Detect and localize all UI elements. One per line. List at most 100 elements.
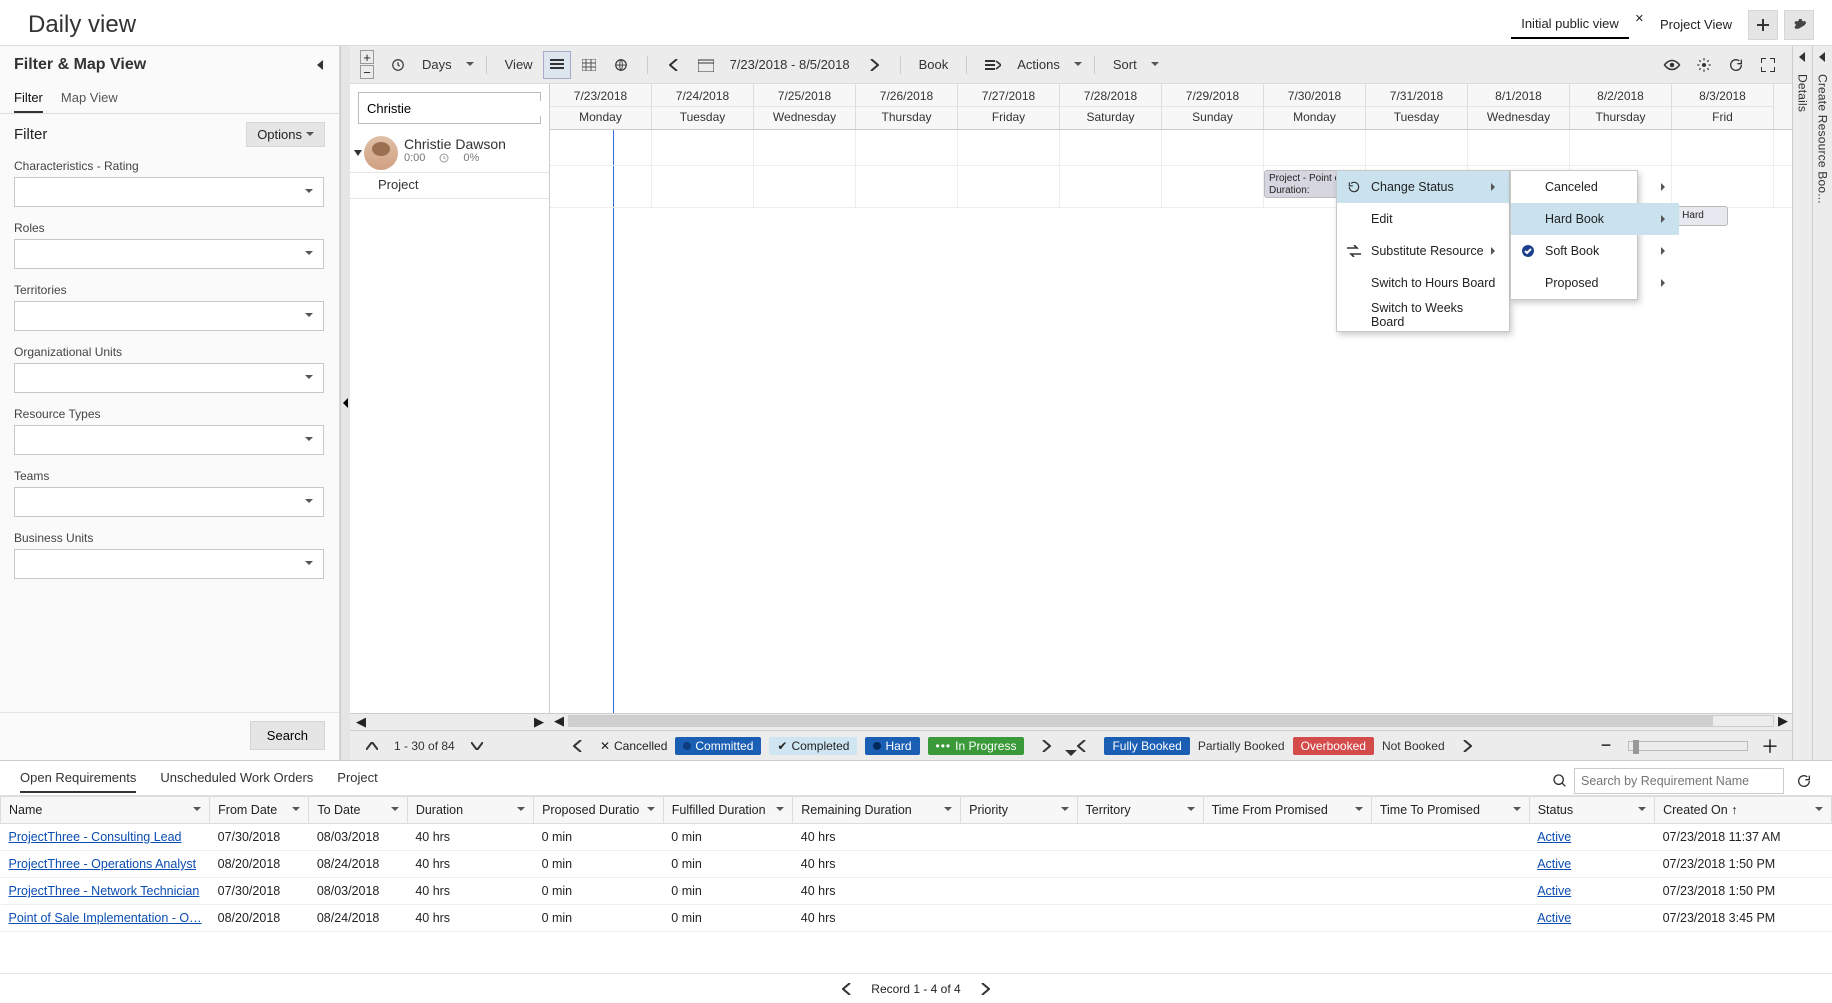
chevron-down-icon[interactable] <box>940 803 952 817</box>
tab-project[interactable]: Project <box>337 770 377 793</box>
prev-range-button[interactable] <box>660 51 688 79</box>
context-item[interactable]: Soft Book <box>1511 235 1679 267</box>
scroll-up-icon[interactable] <box>358 732 386 760</box>
calendar-day-header[interactable]: 7/31/2018 Tuesday <box>1366 84 1468 129</box>
refresh-icon[interactable] <box>1790 767 1818 795</box>
context-item[interactable]: Substitute Resource <box>1337 235 1509 267</box>
fullscreen-icon[interactable] <box>1754 51 1782 79</box>
actions-label[interactable]: Actions <box>1011 57 1066 72</box>
calendar-cell[interactable] <box>550 166 652 207</box>
calendar-cell[interactable] <box>1672 130 1774 165</box>
calendar-cell[interactable] <box>754 166 856 207</box>
filter-dropdown[interactable] <box>14 549 324 579</box>
filter-dropdown[interactable] <box>14 363 324 393</box>
calendar-hscroll[interactable]: ◀ ▶ <box>550 713 1792 727</box>
add-view-button[interactable] <box>1748 10 1778 40</box>
column-header[interactable]: Status <box>1529 797 1654 824</box>
tab-open-requirements[interactable]: Open Requirements <box>20 770 136 793</box>
gear-icon[interactable] <box>1690 51 1718 79</box>
chevron-down-icon[interactable] <box>643 803 655 817</box>
zoom-slider[interactable] <box>1628 741 1748 751</box>
hscroll-left-icon[interactable]: ◀ <box>356 714 366 730</box>
page-next-icon[interactable] <box>971 975 999 1003</box>
actions-icon[interactable] <box>979 51 1007 79</box>
book-button[interactable]: Book <box>913 57 955 72</box>
settings-button[interactable] <box>1784 10 1814 40</box>
chevron-down-icon[interactable] <box>1147 57 1159 72</box>
status-link[interactable]: Active <box>1537 857 1571 871</box>
calendar-cell[interactable] <box>1366 130 1468 165</box>
legend-next-icon[interactable] <box>1032 732 1060 760</box>
column-header[interactable]: Proposed Duratio <box>534 797 664 824</box>
calendar-row[interactable] <box>550 130 1792 166</box>
filter-search-button[interactable]: Search <box>250 721 325 750</box>
view-grid-icon[interactable] <box>575 51 603 79</box>
calendar-cell[interactable] <box>1162 130 1264 165</box>
search-icon[interactable] <box>1552 773 1568 789</box>
refresh-icon[interactable] <box>1722 51 1750 79</box>
column-header[interactable]: Priority <box>961 797 1077 824</box>
hscroll-right-icon[interactable]: ▶ <box>534 714 544 730</box>
sort-label[interactable]: Sort <box>1107 57 1143 72</box>
calendar-icon[interactable] <box>692 51 720 79</box>
eye-icon[interactable] <box>1658 51 1686 79</box>
calendar-day-header[interactable]: 7/24/2018 Tuesday <box>652 84 754 129</box>
chevron-down-icon[interactable] <box>513 803 525 817</box>
legend-prev-icon[interactable] <box>564 732 592 760</box>
column-header[interactable]: From Date <box>210 797 309 824</box>
filter-dropdown[interactable] <box>14 301 324 331</box>
requirement-link[interactable]: Point of Sale Implementation - O… <box>9 911 202 925</box>
filter-dropdown[interactable] <box>14 239 324 269</box>
table-row[interactable]: Point of Sale Implementation - O… 08/20/… <box>1 905 1832 932</box>
calendar-cell[interactable] <box>1060 130 1162 165</box>
days-label[interactable]: Days <box>416 57 458 72</box>
expand-down-icon[interactable] <box>1065 756 1077 770</box>
context-item[interactable]: Change Status <box>1337 171 1509 203</box>
context-item[interactable]: Switch to Weeks Board <box>1337 299 1509 331</box>
next-range-button[interactable] <box>860 51 888 79</box>
scrollbar-thumb[interactable] <box>569 716 1713 726</box>
zoom-in-button[interactable]: ＋ <box>1756 732 1784 760</box>
filter-dropdown[interactable] <box>14 487 324 517</box>
table-row[interactable]: ProjectThree - Network Technician 07/30/… <box>1 878 1832 905</box>
calendar-cell[interactable] <box>754 130 856 165</box>
calendar-cell[interactable] <box>1060 166 1162 207</box>
calendar-cell[interactable] <box>958 130 1060 165</box>
refresh-time-icon[interactable] <box>384 51 412 79</box>
context-item[interactable]: Edit <box>1337 203 1509 235</box>
calendar-cell[interactable] <box>550 130 652 165</box>
expand-resource-icon[interactable] <box>354 150 362 156</box>
calendar-day-header[interactable]: 8/2/2018 Thursday <box>1570 84 1672 129</box>
view-globe-icon[interactable] <box>607 51 635 79</box>
chevron-down-icon[interactable] <box>462 57 474 72</box>
calendar-cell[interactable] <box>958 166 1060 207</box>
rail-details[interactable]: Details <box>1792 46 1812 760</box>
column-header[interactable]: Name <box>1 797 210 824</box>
resource-search-input[interactable] <box>367 101 543 116</box>
status-link[interactable]: Active <box>1537 830 1571 844</box>
resource-project-row[interactable]: Project <box>350 173 549 199</box>
expand-all-icon[interactable]: + <box>360 50 374 64</box>
calendar-cell[interactable] <box>652 130 754 165</box>
column-header[interactable]: Time From Promised <box>1203 797 1371 824</box>
filter-dropdown[interactable] <box>14 425 324 455</box>
context-item[interactable]: Switch to Hours Board <box>1337 267 1509 299</box>
zoom-out-button[interactable]: − <box>1592 732 1620 760</box>
requirement-link[interactable]: ProjectThree - Consulting Lead <box>9 830 182 844</box>
calendar-day-header[interactable]: 7/28/2018 Saturday <box>1060 84 1162 129</box>
table-row[interactable]: ProjectThree - Operations Analyst 08/20/… <box>1 851 1832 878</box>
collapse-all-icon[interactable]: − <box>360 65 374 79</box>
column-header[interactable]: Duration <box>407 797 533 824</box>
legend2-next-icon[interactable] <box>1453 732 1481 760</box>
status-link[interactable]: Active <box>1537 884 1571 898</box>
view-project[interactable]: Project View <box>1650 11 1742 38</box>
calendar-day-header[interactable]: 7/23/2018 Monday <box>550 84 652 129</box>
column-header[interactable]: Remaining Duration <box>793 797 961 824</box>
view-list-icon[interactable] <box>543 51 571 79</box>
chevron-down-icon[interactable] <box>387 803 399 817</box>
calendar-cell[interactable] <box>652 166 754 207</box>
filter-options-button[interactable]: Options <box>246 122 325 147</box>
view-initial-public[interactable]: Initial public view <box>1511 10 1629 39</box>
close-view-icon[interactable]: ✕ <box>1635 12 1644 25</box>
context-item[interactable]: Proposed <box>1511 267 1679 299</box>
